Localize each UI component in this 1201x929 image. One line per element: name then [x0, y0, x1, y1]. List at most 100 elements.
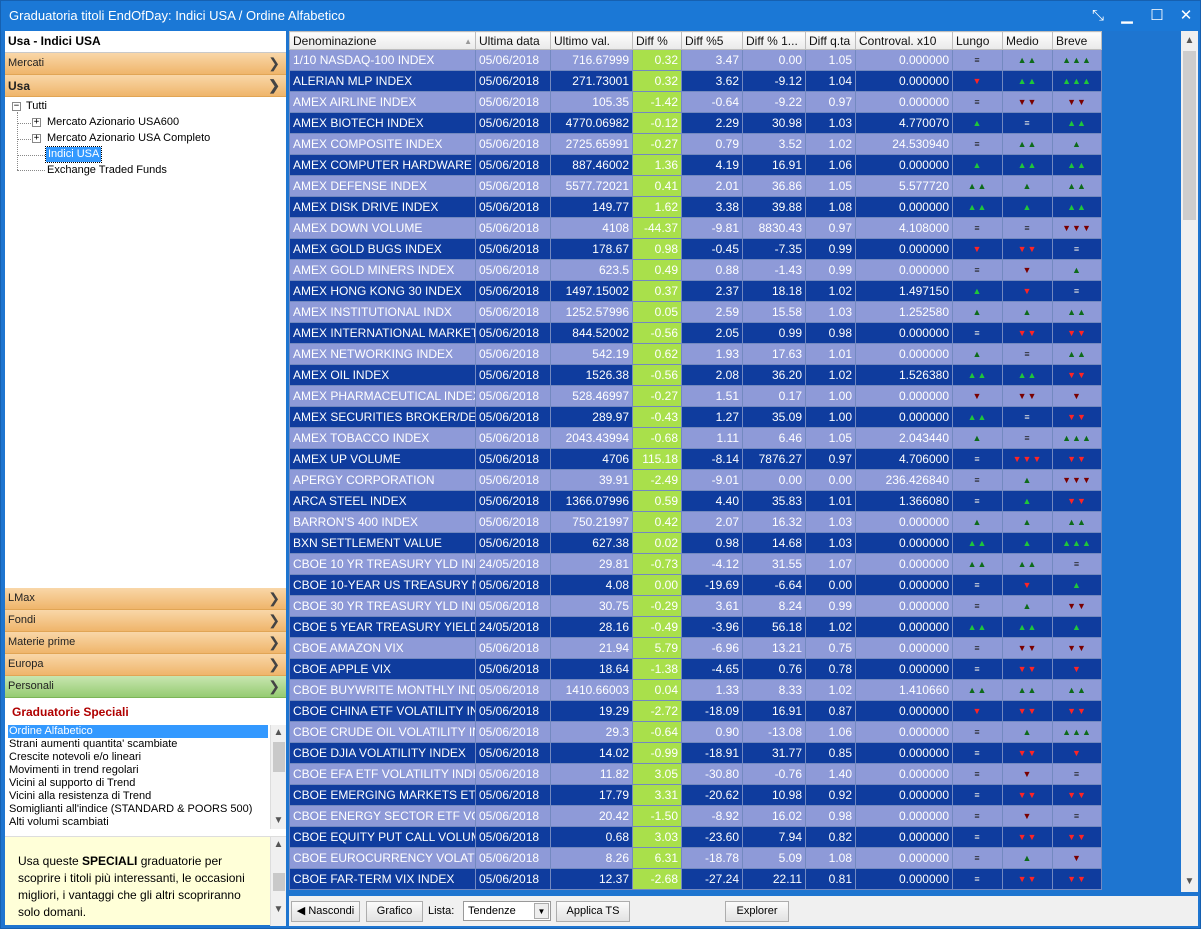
- accordion-fondi[interactable]: Fondi ❯: [5, 610, 286, 632]
- tip-scrollbar[interactable]: ▲ ▼: [270, 837, 286, 926]
- scroll-down-icon[interactable]: ▼: [271, 813, 286, 829]
- column-header[interactable]: Ultima data: [475, 31, 551, 50]
- table-row[interactable]: AMEX TOBACCO INDEX 05/06/2018 2043.43994 -0…: [289, 427, 1102, 449]
- pin-icon[interactable]: ⤡: [1083, 1, 1113, 31]
- explorer-button[interactable]: Explorer: [725, 901, 789, 922]
- expand-icon[interactable]: +: [32, 118, 41, 127]
- table-row[interactable]: AMEX GOLD BUGS INDEX 05/06/2018 178.67 0.98…: [289, 238, 1102, 260]
- column-header[interactable]: Diff % 1...: [742, 31, 806, 50]
- scroll-down-icon[interactable]: ▼: [271, 902, 286, 918]
- scroll-down-icon[interactable]: ▼: [1181, 874, 1198, 890]
- collapse-icon[interactable]: −: [12, 102, 21, 111]
- table-row[interactable]: CBOE BUYWRITE MONTHLY INDI 05/06/2018 1410…: [289, 679, 1102, 701]
- table-row[interactable]: AMEX OIL INDEX 05/06/2018 1526.38 -0.56 2.08…: [289, 364, 1102, 386]
- table-row[interactable]: AMEX SECURITIES BROKER/DEAL 05/06/2018 289…: [289, 406, 1102, 428]
- scroll-up-icon[interactable]: ▲: [271, 837, 286, 853]
- tree-item-indici-usa[interactable]: Indici USA: [44, 146, 103, 163]
- special-list-item[interactable]: Ordine Alfabetico: [8, 725, 268, 738]
- table-row[interactable]: AMEX HONG KONG 30 INDEX 05/06/2018 1497.15…: [289, 280, 1102, 302]
- tree-item-etf[interactable]: Exchange Traded Funds: [47, 163, 167, 178]
- table-row[interactable]: CBOE EUROCURRENCY VOLATILI 05/06/2018 8.26…: [289, 847, 1102, 869]
- accordion-usa[interactable]: Usa ❯: [5, 75, 286, 97]
- table-cell: 1.06: [805, 154, 856, 176]
- tree-root[interactable]: Tutti: [26, 99, 47, 114]
- table-row[interactable]: AMEX DISK DRIVE INDEX 05/06/2018 149.77 1.6…: [289, 196, 1102, 218]
- table-row[interactable]: CBOE CHINA ETF VOLATILITY IN 05/06/2018 19…: [289, 700, 1102, 722]
- table-scrollbar[interactable]: ▲ ▼: [1181, 31, 1198, 892]
- tree-item-usa-completo[interactable]: Mercato Azionario USA Completo: [47, 131, 210, 146]
- accordion-materie-prime[interactable]: Materie prime ❯: [5, 632, 286, 654]
- column-header[interactable]: Ultimo val.: [550, 31, 633, 50]
- table-row[interactable]: AMEX COMPOSITE INDEX 05/06/2018 2725.65991…: [289, 133, 1102, 155]
- table-row[interactable]: BARRON'S 400 INDEX 05/06/2018 750.21997 0.4…: [289, 511, 1102, 533]
- accordion-mercati[interactable]: Mercati ❯: [5, 53, 286, 75]
- table-row[interactable]: CBOE ENERGY SECTOR ETF VOL 05/06/2018 20.4…: [289, 805, 1102, 827]
- table-row[interactable]: CBOE AMAZON VIX 05/06/2018 21.94 5.79 -6.96 1…: [289, 637, 1102, 659]
- accordion-personali[interactable]: Personali ❯: [5, 676, 286, 698]
- table-row[interactable]: CBOE EFA ETF VOLATILITY INDE 05/06/2018 11…: [289, 763, 1102, 785]
- expand-icon[interactable]: +: [32, 134, 41, 143]
- maximize-icon[interactable]: ☐: [1142, 1, 1172, 31]
- table-row[interactable]: AMEX NETWORKING INDEX 05/06/2018 542.19 0.6…: [289, 343, 1102, 365]
- table-row[interactable]: CBOE CRUDE OIL VOLATILITY IN 05/06/2018 29…: [289, 721, 1102, 743]
- table-row[interactable]: AMEX INSTITUTIONAL INDX 05/06/2018 1252.57…: [289, 301, 1102, 323]
- special-list-item[interactable]: Crescite notevoli e/o lineari: [8, 751, 268, 764]
- column-header[interactable]: Medio: [1002, 31, 1053, 50]
- minimize-icon[interactable]: ▁: [1112, 1, 1142, 31]
- scroll-thumb[interactable]: [1183, 51, 1196, 220]
- special-list-item[interactable]: Somiglianti all'indice (STANDARD & POORS…: [8, 803, 268, 816]
- column-header[interactable]: Controval. x10: [855, 31, 953, 50]
- tree-item-usa600[interactable]: Mercato Azionario USA600: [47, 115, 179, 130]
- accordion-europa[interactable]: Europa ❯: [5, 654, 286, 676]
- table-row[interactable]: CBOE EMERGING MARKETS ETF V 05/06/2018 17.…: [289, 784, 1102, 806]
- special-list-item[interactable]: Strani aumenti quantita' scambiate: [8, 738, 268, 751]
- table-row[interactable]: AMEX BIOTECH INDEX 05/06/2018 4770.06982 -0…: [289, 112, 1102, 134]
- special-list-item[interactable]: Vicini al supporto di Trend: [8, 777, 268, 790]
- table-row[interactable]: ALERIAN MLP INDEX 05/06/2018 271.73001 0.32…: [289, 70, 1102, 92]
- table-row[interactable]: CBOE 10 YR TREASURY YLD IND 24/05/2018 29.…: [289, 553, 1102, 575]
- special-scrollbar[interactable]: ▲ ▼: [270, 725, 286, 829]
- table-cell: -9.01: [681, 469, 743, 491]
- column-header[interactable]: Diff %5: [681, 31, 743, 50]
- table-row[interactable]: AMEX AIRLINE INDEX 05/06/2018 105.35 -1.42-…: [289, 91, 1102, 113]
- chevron-down-icon[interactable]: ▼: [534, 903, 549, 919]
- special-list-item[interactable]: Vicini alla resistenza di Trend: [8, 790, 268, 803]
- chevron-down-icon: ❯: [268, 678, 280, 694]
- column-header[interactable]: Diff q.ta: [805, 31, 856, 50]
- table-row[interactable]: AMEX GOLD MINERS INDEX 05/06/2018 623.5 0.4…: [289, 259, 1102, 281]
- table-row[interactable]: BXN SETTLEMENT VALUE 05/06/2018 627.38 0.02…: [289, 532, 1102, 554]
- column-header[interactable]: Denominazione ▲: [289, 31, 476, 50]
- accordion-lmax[interactable]: LMax ❯: [5, 588, 286, 610]
- column-header[interactable]: Breve: [1052, 31, 1102, 50]
- table-row[interactable]: CBOE FAR-TERM VIX INDEX 05/06/2018 12.37 -2…: [289, 868, 1102, 890]
- table-row[interactable]: AMEX DEFENSE INDEX 05/06/2018 5577.72021 0.…: [289, 175, 1102, 197]
- table-row[interactable]: AMEX PHARMACEUTICAL INDEX 05/06/2018 528.4…: [289, 385, 1102, 407]
- column-header[interactable]: Lungo: [952, 31, 1003, 50]
- table-row[interactable]: CBOE 5 YEAR TREASURY YIELD 24/05/2018 28.1…: [289, 616, 1102, 638]
- hide-button[interactable]: ◀ Nascondi: [291, 901, 360, 922]
- table-cell: 2.08: [681, 364, 743, 386]
- table-row[interactable]: AMEX UP VOLUME 05/06/2018 4706 115.18 -8.14 7…: [289, 448, 1102, 470]
- column-header[interactable]: Diff %: [632, 31, 682, 50]
- table-row[interactable]: CBOE 30 YR TREASURY YLD IND 05/06/2018 30.…: [289, 595, 1102, 617]
- table-row[interactable]: AMEX COMPUTER HARDWARE IN 05/06/2018 887.4…: [289, 154, 1102, 176]
- list-select[interactable]: Tendenze ▼: [463, 901, 551, 921]
- table-row[interactable]: CBOE 10-YEAR US TREASURY NO 05/06/2018 4.0…: [289, 574, 1102, 596]
- table-row[interactable]: APERGY CORPORATION 05/06/2018 39.91 -2.49 -9…: [289, 469, 1102, 491]
- table-row[interactable]: CBOE EQUITY PUT CALL VOLUM 05/06/2018 0.68…: [289, 826, 1102, 848]
- table-row[interactable]: CBOE APPLE VIX 05/06/2018 18.64 -1.38 -4.65 0…: [289, 658, 1102, 680]
- apply-ts-button[interactable]: Applica TS: [556, 901, 630, 922]
- table-row[interactable]: ARCA STEEL INDEX 05/06/2018 1366.07996 0.59…: [289, 490, 1102, 512]
- scroll-up-icon[interactable]: ▲: [271, 725, 286, 741]
- table-row[interactable]: CBOE DJIA VOLATILITY INDEX 05/06/2018 14.0…: [289, 742, 1102, 764]
- table-row[interactable]: AMEX INTERNATIONAL MARKET 05/06/2018 844.5…: [289, 322, 1102, 344]
- table-cell: 05/06/2018: [475, 175, 551, 197]
- table-row[interactable]: 1/10 NASDAQ-100 INDEX 05/06/2018 716.67999…: [289, 49, 1102, 71]
- trend-icon: ▼▼: [1052, 322, 1102, 344]
- special-list-item[interactable]: Movimenti in trend regolari: [8, 764, 268, 777]
- chart-button[interactable]: Grafico: [366, 901, 423, 922]
- special-list-item[interactable]: Alti volumi scambiati: [8, 816, 268, 829]
- scroll-up-icon[interactable]: ▲: [1181, 33, 1198, 49]
- table-row[interactable]: AMEX DOWN VOLUME 05/06/2018 4108 -44.37 -9.8…: [289, 217, 1102, 239]
- close-icon[interactable]: ✕: [1171, 1, 1201, 31]
